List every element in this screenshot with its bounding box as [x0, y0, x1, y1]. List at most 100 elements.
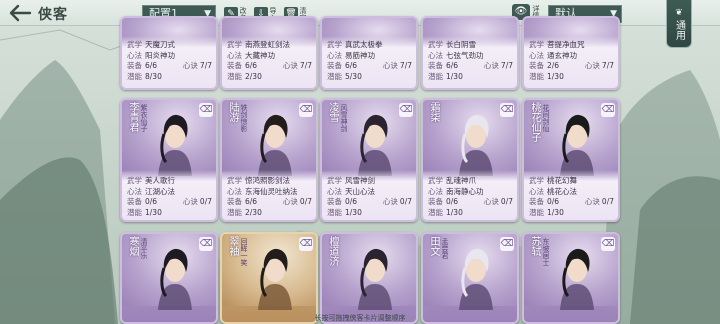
- hero-figure: [258, 248, 292, 310]
- stat-value: 8/30: [145, 71, 162, 81]
- stat-key: 心诀: [282, 61, 298, 70]
- stat-key: 心诀: [584, 197, 600, 206]
- stat-row: 心法 江湖心法: [127, 187, 212, 198]
- stat-value: 东海仙灵吐纳法: [245, 186, 298, 196]
- hero-figure: [560, 248, 594, 310]
- hero-figure: [459, 114, 493, 176]
- stat-key: 心法: [127, 186, 142, 196]
- hero-card[interactable]: 檀道济: [320, 232, 418, 324]
- stat-value: 0/6: [345, 197, 358, 206]
- stat-value: 阳炎神功: [145, 50, 175, 60]
- stat-value: 菩提净血咒: [547, 40, 585, 49]
- stat-key: 心法: [428, 50, 443, 60]
- hero-name: 陆游: [227, 102, 238, 122]
- stat-row: 潜能 1/30: [127, 208, 212, 219]
- stat-key: 装备: [529, 197, 544, 206]
- stat-row: 武学 真武太极拳: [327, 40, 412, 51]
- hero-card[interactable]: 寒烟 清平乐 ⌫: [120, 232, 218, 324]
- stat-row: 武学 长白阴雪: [428, 40, 513, 51]
- stat-value: 6/6: [446, 61, 459, 70]
- broom-icon[interactable]: ⌫: [500, 237, 514, 251]
- stat-value: 天魔刀式: [145, 40, 175, 49]
- stat-key: 装备: [227, 61, 242, 70]
- broom-icon[interactable]: ⌫: [199, 237, 213, 251]
- stat-key: 装备: [529, 61, 544, 70]
- hero-card[interactable]: 陆游 铁剑惊影 ⌫ 武学 惊鸿照影剑法 心法 东海仙灵吐纳法 装备 6/6 心诀 0/7 潜能 2/30: [220, 98, 318, 222]
- hero-title: 清平乐: [140, 238, 148, 259]
- drag-hint-text: 长按可拖拽侠客卡片调整顺序: [314, 314, 406, 322]
- hero-card[interactable]: 苏轼 东坡居士 ⌫: [522, 232, 620, 324]
- hero-card[interactable]: 霜柒 ⌫ 武学 乱魂神爪 心法 南海静心功 装备 0/6 心诀 0/7 潜能 1/30: [421, 98, 519, 222]
- broom-icon[interactable]: ⌫: [299, 103, 313, 117]
- stat-row: 潜能 1/30: [327, 208, 412, 219]
- hero-card[interactable]: 武学 真武太极拳 心法 易筋神功 装备 6/6 心诀 7/7 潜能 5/30: [320, 16, 418, 90]
- hero-stats: 武学 桃花幻舞 心法 桃花心法 装备 0/6 心诀 0/7 潜能 1/30: [524, 170, 618, 220]
- stat-key: 武学: [227, 40, 242, 49]
- stat-key: 心法: [227, 50, 242, 60]
- use-config-button[interactable]: ❦ 通用: [666, 0, 692, 48]
- hero-card[interactable]: 桃花仙子 花间剑仙 ⌫ 武学 桃花幻舞 心法 桃花心法 装备 0/6 心诀 0/7 潜能 1/30: [522, 98, 620, 222]
- stat-row: 武学 惊鸿照影剑法: [227, 176, 312, 187]
- stat-key: 潜能: [428, 207, 443, 217]
- stat-value: 惊鸿照影剑法: [245, 176, 290, 185]
- hero-name: 李青君: [127, 102, 138, 132]
- stat-row: 武学 乱魂神爪: [428, 176, 513, 187]
- stat-row: 装备 6/6 心诀 7/7: [227, 61, 312, 72]
- broom-icon[interactable]: ⌫: [601, 103, 615, 117]
- stat-value: 美人歌行: [145, 176, 175, 185]
- hero-name: 苏轼: [529, 236, 540, 256]
- hero-card[interactable]: 凌雪 风雪神剑 ⌫ 武学 风雪神剑 心法 天山心法 装备 0/6 心诀 0/7 潜能 1/30: [320, 98, 418, 222]
- stat-key: 心法: [327, 186, 342, 196]
- hero-name: 田文: [428, 236, 439, 256]
- back-arrow-icon[interactable]: [6, 3, 32, 23]
- stat-key: 心诀: [483, 197, 499, 206]
- hero-card[interactable]: 武学 天魔刀式 心法 阳炎神功 装备 6/6 心诀 7/7 潜能 8/30: [120, 16, 218, 90]
- broom-icon[interactable]: ⌫: [601, 237, 615, 251]
- hero-stats: 武学 美人歌行 心法 江湖心法 装备 0/6 心诀 0/7 潜能 1/30: [122, 170, 216, 220]
- stat-value: 7/7: [500, 61, 513, 70]
- stat-value: 通玄神功: [547, 50, 577, 60]
- stat-row: 心法 通玄神功: [529, 51, 614, 62]
- hero-card[interactable]: 翠袖 回眸一笑 ⌫: [220, 232, 318, 324]
- broom-icon[interactable]: ⌫: [299, 237, 313, 251]
- stat-value: 1/30: [446, 71, 463, 81]
- broom-icon[interactable]: ⌫: [399, 103, 413, 117]
- stat-key: 武学: [127, 176, 142, 185]
- stat-key: 潜能: [327, 207, 342, 217]
- stat-row: 心法 易筋神功: [327, 51, 412, 62]
- stat-value: 大藏神功: [245, 50, 275, 60]
- hero-card[interactable]: 李青君 紫衣仙子 ⌫ 武学 美人歌行 心法 江湖心法 装备 0/6 心诀 0/7 潜能 1/30: [120, 98, 218, 222]
- stat-key: 武学: [327, 40, 342, 49]
- hero-title: 铁剑惊影: [240, 104, 248, 132]
- leaf-icon: ❦: [675, 8, 683, 18]
- stat-key: 武学: [428, 176, 443, 185]
- stat-key: 装备: [127, 61, 142, 70]
- hero-card[interactable]: 田文 孟尝君 ⌫: [421, 232, 519, 324]
- hero-name: 寒烟: [127, 236, 138, 256]
- stat-value: 江湖心法: [145, 186, 175, 196]
- stat-value: 5/30: [345, 71, 362, 81]
- page-title: 侠客: [38, 7, 68, 23]
- hero-title: 东坡居士: [542, 238, 550, 266]
- stat-value: 风雪神剑: [345, 176, 375, 185]
- stat-value: 桃花幻舞: [547, 176, 577, 185]
- stat-value: 2/6: [547, 61, 560, 70]
- stat-value: 6/6: [245, 197, 258, 206]
- stat-key: 潜能: [327, 71, 342, 81]
- hero-card[interactable]: 武学 菩提净血咒 心法 通玄神功 装备 2/6 心诀 7/7 潜能 1/30: [522, 16, 620, 90]
- stat-key: 武学: [327, 176, 342, 185]
- stat-value: 7/7: [399, 61, 412, 70]
- stat-value: 南海静心功: [446, 186, 484, 196]
- stat-value: 易筋神功: [345, 50, 375, 60]
- hero-stats: 武学 真武太极拳 心法 易筋神功 装备 6/6 心诀 7/7 潜能 5/30: [322, 36, 416, 88]
- hero-card[interactable]: 武学 南燕登虹剑法 心法 大藏神功 装备 6/6 心诀 7/7 潜能 2/30: [220, 16, 318, 90]
- stat-row: 装备 0/6 心诀 0/7: [529, 197, 614, 208]
- hero-stats: 武学 菩提净血咒 心法 通玄神功 装备 2/6 心诀 7/7 潜能 1/30: [524, 36, 618, 88]
- stat-row: 心法 东海仙灵吐纳法: [227, 187, 312, 198]
- stat-value: 6/6: [245, 61, 258, 70]
- stat-key: 潜能: [428, 71, 443, 81]
- broom-icon[interactable]: ⌫: [199, 103, 213, 117]
- stat-key: 心法: [529, 50, 544, 60]
- hero-card[interactable]: 武学 长白阴雪 心法 七弦气劲功 装备 6/6 心诀 7/7 潜能 1/30: [421, 16, 519, 90]
- broom-icon[interactable]: ⌫: [500, 103, 514, 117]
